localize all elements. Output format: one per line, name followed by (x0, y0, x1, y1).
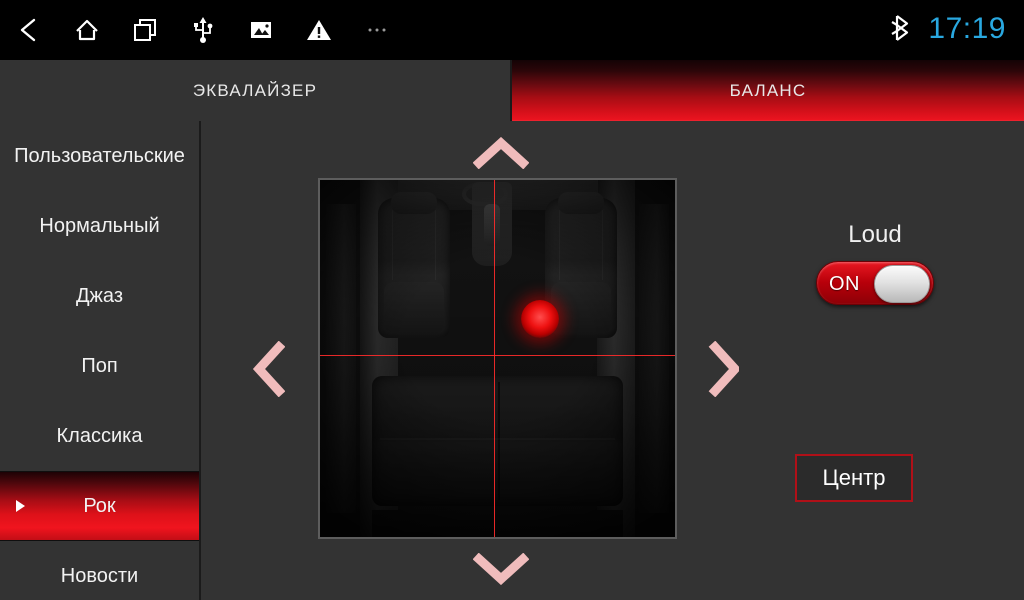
center-button-label: Центр (822, 465, 886, 490)
tab-balance-label: БАЛАНС (729, 80, 807, 100)
preset-label: Пользовательские (14, 144, 185, 167)
preset-label: Рок (83, 494, 116, 517)
trunk-area (372, 510, 623, 537)
chevron-down-icon[interactable] (466, 549, 536, 589)
headrest (391, 192, 437, 214)
balance-panel: Loud ON Центр (203, 121, 1024, 600)
front-seat-left (378, 192, 450, 338)
preset-item-normal[interactable]: Нормальный (0, 191, 199, 261)
rear-bench-seat (372, 376, 623, 506)
head-unit-screen: 17:19 ЭКВАЛАЙЗЕР БАЛАНС Пользовательские… (0, 0, 1024, 600)
image-icon[interactable] (232, 0, 290, 60)
tab-balance[interactable]: БАЛАНС (512, 60, 1024, 121)
back-icon[interactable] (0, 0, 58, 60)
loudness-toggle[interactable]: ON (816, 261, 934, 305)
selection-caret-icon (16, 500, 25, 512)
crosshair-horizontal (320, 354, 675, 356)
car-cabin-image (320, 180, 675, 537)
gear-shifter (484, 204, 500, 246)
loudness-state-label: ON (829, 272, 860, 295)
preset-item-classic[interactable]: Классика (0, 401, 199, 471)
warning-icon[interactable] (290, 0, 348, 60)
door-panel-left (326, 204, 356, 513)
home-icon[interactable] (58, 0, 116, 60)
toggle-knob[interactable] (874, 265, 930, 303)
tab-equalizer[interactable]: ЭКВАЛАЙЗЕР (0, 60, 512, 121)
preset-item-jazz[interactable]: Джаз (0, 261, 199, 331)
tab-equalizer-label: ЭКВАЛАЙЗЕР (192, 80, 318, 100)
chevron-left-icon[interactable] (247, 338, 291, 400)
seat-cushion (384, 282, 444, 334)
preset-label: Джаз (76, 284, 123, 307)
preset-item-pop[interactable]: Поп (0, 331, 199, 401)
center-button[interactable]: Центр (795, 454, 913, 502)
preset-item-news[interactable]: Новости (0, 541, 199, 600)
preset-label: Поп (81, 354, 118, 377)
usb-icon[interactable] (174, 0, 232, 60)
crosshair-vertical (493, 180, 495, 537)
loudness-control: Loud ON (795, 221, 955, 305)
seat-cushion (551, 282, 611, 334)
balance-stage[interactable] (318, 178, 677, 539)
balance-position-dot[interactable] (521, 300, 560, 339)
chevron-up-icon[interactable] (466, 133, 536, 173)
clock: 17:19 (928, 12, 1006, 45)
status-bar: 17:19 (0, 0, 1024, 60)
headrest (558, 192, 604, 214)
loudness-label: Loud (848, 221, 902, 248)
preset-list[interactable]: Пользовательские Нормальный Джаз Поп Кла… (0, 121, 201, 600)
preset-label: Нормальный (39, 214, 160, 237)
navigation-icon-row (0, 0, 406, 60)
preset-label: Классика (56, 424, 143, 447)
preset-item-rock[interactable]: Рок (0, 471, 199, 541)
overflow-icon[interactable] (348, 0, 406, 60)
preset-item-custom[interactable]: Пользовательские (0, 121, 199, 191)
bluetooth-icon (890, 13, 912, 48)
status-bar-right: 17:19 (890, 0, 1006, 60)
recents-icon[interactable] (116, 0, 174, 60)
preset-label: Новости (60, 564, 139, 587)
door-panel-right (639, 204, 669, 513)
chevron-right-icon[interactable] (701, 338, 745, 400)
tab-bar: ЭКВАЛАЙЗЕР БАЛАНС (0, 60, 1024, 121)
